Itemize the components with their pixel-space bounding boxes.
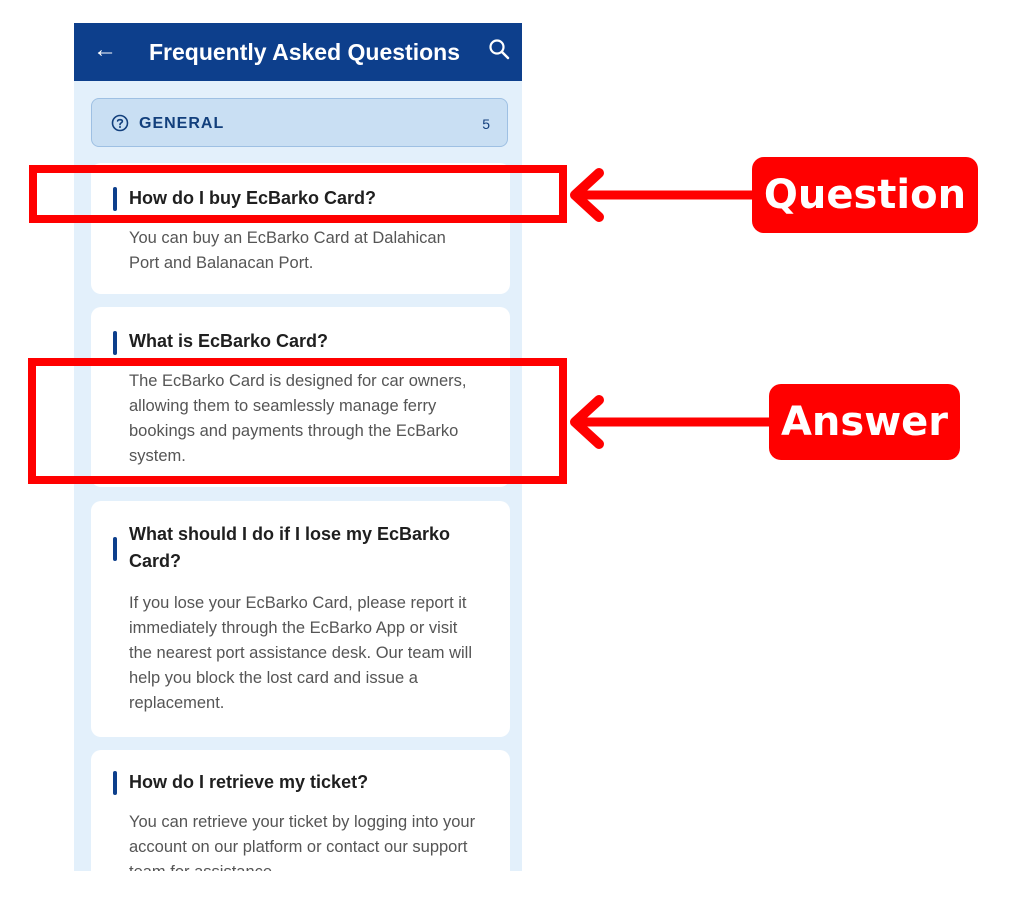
faq-question: What should I do if I lose my EcBarko Ca… bbox=[129, 524, 451, 571]
answer-label: Answer bbox=[769, 384, 960, 460]
faq-answer: If you lose your EcBarko Card, please re… bbox=[129, 594, 472, 712]
question-label: Question bbox=[752, 157, 978, 233]
faq-answer: You can buy an EcBarko Card at Dalahican… bbox=[129, 229, 446, 272]
search-icon[interactable] bbox=[488, 38, 510, 60]
answer-arrow-icon bbox=[570, 395, 785, 449]
question-accent-bar bbox=[113, 537, 117, 561]
question-arrow-icon bbox=[570, 168, 765, 222]
category-general-header[interactable]: GENERAL 5 bbox=[91, 98, 508, 147]
faq-question: What is EcBarko Card? bbox=[129, 331, 329, 351]
arrow-left-icon[interactable]: ← bbox=[92, 37, 118, 63]
faq-card[interactable]: What should I do if I lose my EcBarko Ca… bbox=[91, 501, 510, 737]
question-accent-bar bbox=[113, 771, 117, 795]
category-count: 5 bbox=[482, 116, 490, 132]
category-label: GENERAL bbox=[139, 115, 225, 132]
question-highlight-box bbox=[29, 165, 567, 223]
question-accent-bar bbox=[113, 331, 117, 355]
faq-question: How do I retrieve my ticket? bbox=[129, 772, 369, 792]
faq-card[interactable]: How do I retrieve my ticket? You can ret… bbox=[91, 750, 510, 871]
help-circle-icon bbox=[111, 114, 129, 132]
app-bar: ← Frequently Asked Questions bbox=[74, 23, 522, 81]
faq-answer: You can retrieve your ticket by logging … bbox=[129, 813, 476, 871]
answer-highlight-box bbox=[28, 358, 567, 484]
page-title: Frequently Asked Questions bbox=[149, 39, 460, 65]
